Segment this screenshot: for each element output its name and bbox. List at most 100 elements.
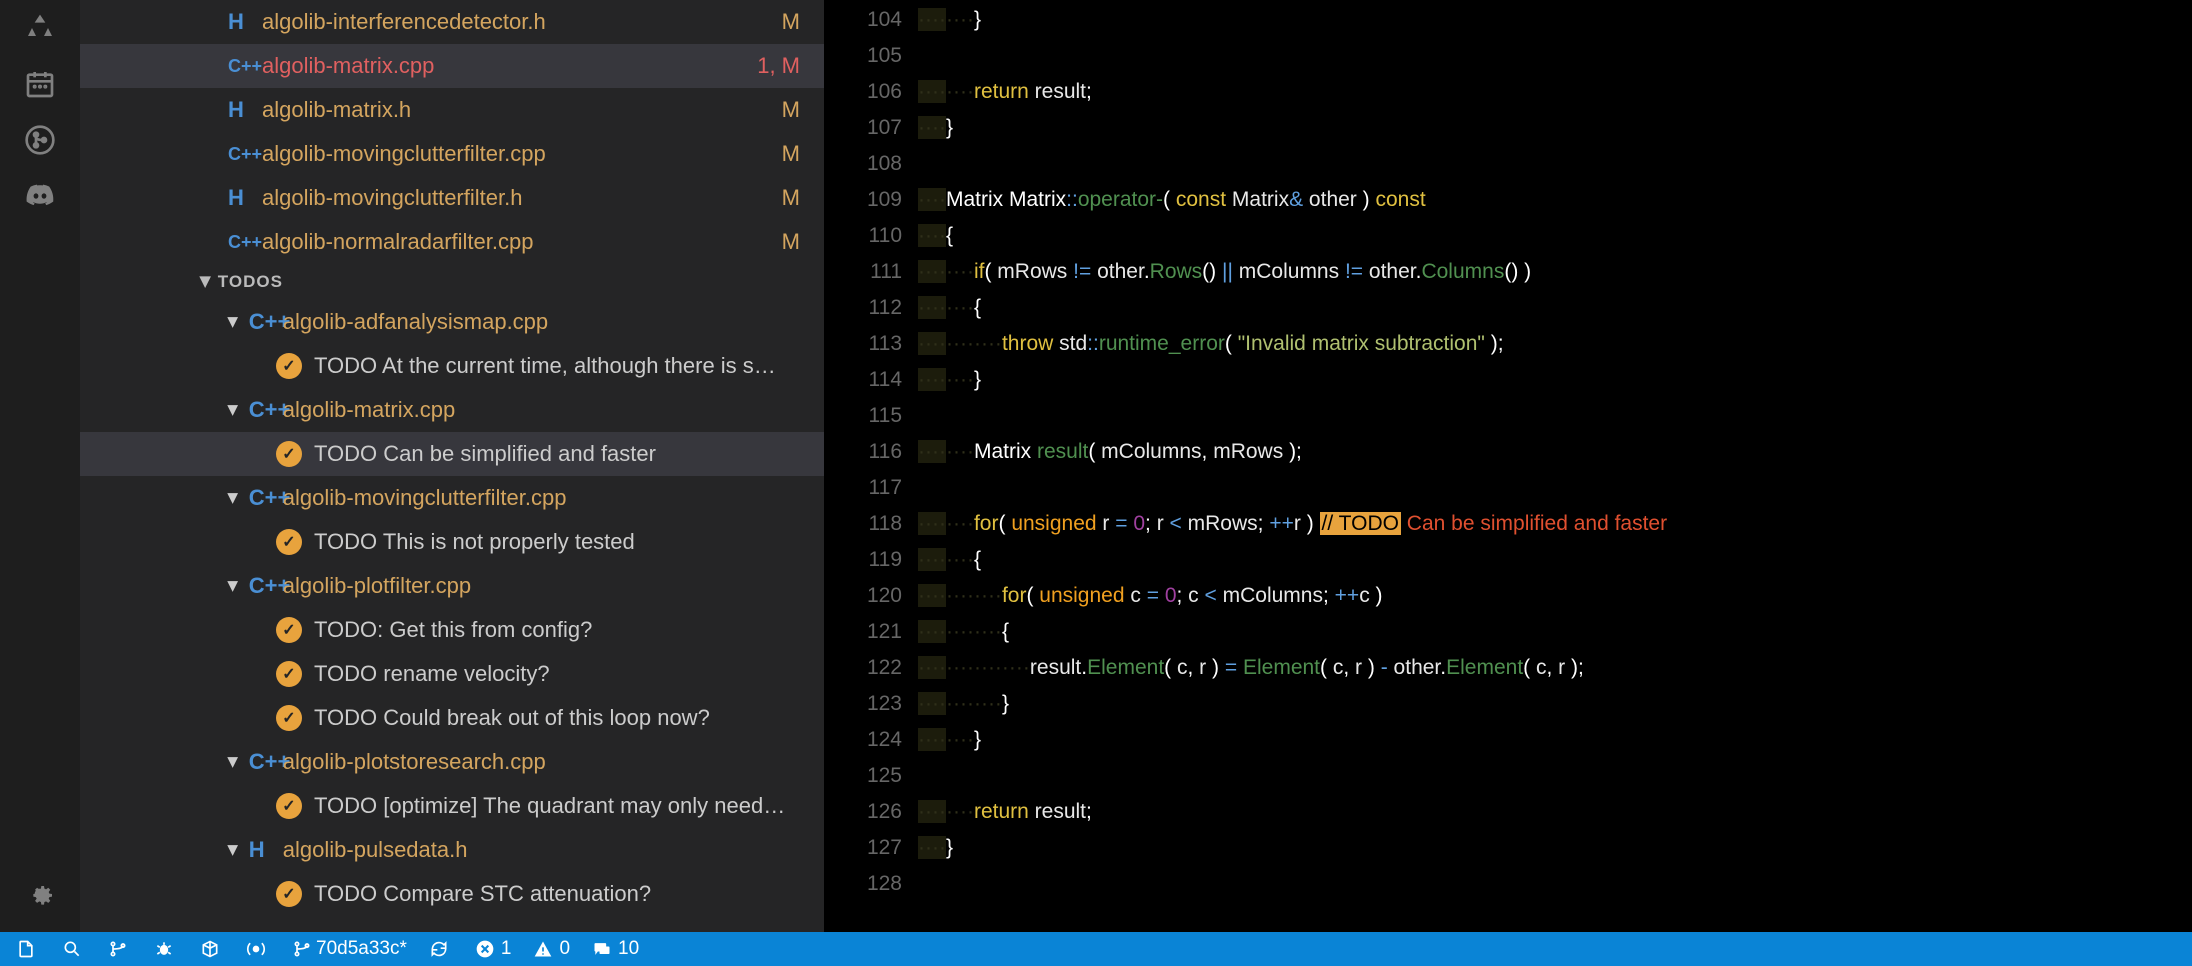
- file-status: M: [782, 9, 800, 35]
- status-warnings[interactable]: 0: [533, 938, 570, 960]
- todo-file-group[interactable]: ▶C++algolib-movingclutterfilter.cpp: [80, 476, 824, 520]
- code-line[interactable]: ············for( unsigned c = 0; c < mCo…: [918, 578, 2192, 614]
- code-line[interactable]: [918, 398, 2192, 434]
- status-debug-icon[interactable]: [154, 939, 178, 959]
- code-editor[interactable]: 1041051061071081091101111121131141151161…: [824, 0, 2192, 966]
- todo-file-group[interactable]: ▶C++algolib-matrix.cpp: [80, 388, 824, 432]
- status-errors[interactable]: 1: [475, 938, 512, 960]
- code-line[interactable]: ····{: [918, 218, 2192, 254]
- todo-file-group[interactable]: ▶C++algolib-plotstoresearch.cpp: [80, 740, 824, 784]
- todo-text: TODO Compare STC attenuation?: [314, 881, 651, 907]
- code-line[interactable]: [918, 866, 2192, 902]
- calendar-icon[interactable]: [20, 56, 60, 112]
- code-line[interactable]: ········if( mRows != other.Rows() || mCo…: [918, 254, 2192, 290]
- file-row[interactable]: Halgolib-movingclutterfilter.h M: [80, 176, 824, 220]
- todo-text: TODO This is not properly tested: [314, 529, 635, 555]
- status-branch-icon[interactable]: [108, 939, 132, 959]
- check-icon: ✓: [276, 617, 302, 643]
- file-name: algolib-movingclutterfilter.cpp: [262, 141, 774, 167]
- chevron-down-icon: ▶: [225, 845, 242, 856]
- code-line[interactable]: [918, 470, 2192, 506]
- todo-item[interactable]: ✓ TODO This is not properly tested: [80, 520, 824, 564]
- check-icon: ✓: [276, 441, 302, 467]
- todo-file-group[interactable]: ▶C++algolib-plotfilter.cpp: [80, 564, 824, 608]
- open-editors-list: Halgolib-interferencedetector.hMC++algol…: [80, 0, 824, 264]
- code-line[interactable]: ········}: [918, 2, 2192, 38]
- source-tree-icon[interactable]: [20, 0, 60, 56]
- code-line[interactable]: ········{: [918, 542, 2192, 578]
- status-search-icon[interactable]: [62, 939, 86, 959]
- code-line[interactable]: ········return result;: [918, 74, 2192, 110]
- status-radio-icon[interactable]: [246, 939, 270, 959]
- status-comments[interactable]: 10: [592, 938, 639, 960]
- code-line[interactable]: ········}: [918, 722, 2192, 758]
- code-line[interactable]: ········return result;: [918, 794, 2192, 830]
- header-file-icon: H: [228, 97, 262, 123]
- todo-text: TODO: Get this from config?: [314, 617, 592, 643]
- file-row[interactable]: C++algolib-normalradarfilter.cppM: [80, 220, 824, 264]
- todo-item[interactable]: ✓TODO rename velocity?: [80, 652, 824, 696]
- file-row[interactable]: C++algolib-movingclutterfilter.cppM: [80, 132, 824, 176]
- file-icon: C++: [249, 309, 283, 335]
- git-icon[interactable]: [20, 112, 60, 168]
- discord-icon[interactable]: [20, 168, 60, 224]
- code-line[interactable]: ············throw std::runtime_error( "I…: [918, 326, 2192, 362]
- code-line[interactable]: ················result.Element( c, r ) =…: [918, 650, 2192, 686]
- check-icon: ✓: [276, 793, 302, 819]
- file-status: M: [782, 229, 800, 255]
- check-icon: ✓: [276, 881, 302, 907]
- status-git-branch[interactable]: 70d5a33c*: [292, 938, 407, 960]
- file-name: algolib-matrix.h: [262, 97, 774, 123]
- file-row[interactable]: Halgolib-interferencedetector.hM: [80, 0, 824, 44]
- todo-item[interactable]: ✓TODO Can be simplified and faster: [80, 432, 824, 476]
- todo-file-group[interactable]: ▶ C++algolib-adfanalysismap.cpp: [80, 300, 824, 344]
- code-line[interactable]: [918, 146, 2192, 182]
- check-icon: ✓: [276, 353, 302, 379]
- chevron-down-icon: ▶: [225, 757, 242, 768]
- code-line[interactable]: [918, 758, 2192, 794]
- status-file-icon[interactable]: [16, 939, 40, 959]
- code-line[interactable]: ····Matrix Matrix::operator-( const Matr…: [918, 182, 2192, 218]
- code-line[interactable]: ············{: [918, 614, 2192, 650]
- status-bar: 70d5a33c* 1 0 10: [0, 932, 2192, 966]
- todo-item[interactable]: ✓ TODO Compare STC attenuation?: [80, 872, 824, 916]
- code-line[interactable]: [918, 38, 2192, 74]
- file-row[interactable]: C++algolib-matrix.cpp1, M: [80, 44, 824, 88]
- activity-bar: [0, 0, 80, 966]
- file-status: M: [782, 185, 800, 211]
- chevron-down-icon: ▶: [225, 493, 242, 504]
- code-line[interactable]: ········Matrix result( mColumns, mRows )…: [918, 434, 2192, 470]
- cpp-file-icon: C++: [228, 56, 262, 77]
- file-icon: H: [249, 837, 283, 863]
- todo-text: TODO Could break out of this loop now?: [314, 705, 710, 731]
- code-area[interactable]: ········}········return result;····}····…: [914, 0, 2192, 966]
- code-line[interactable]: ····}: [918, 830, 2192, 866]
- code-line[interactable]: ············}: [918, 686, 2192, 722]
- todo-text: TODO [optimize] The quadrant may only ne…: [314, 793, 785, 819]
- chevron-down-icon: ▶: [197, 276, 214, 288]
- todo-file-name: algolib-movingclutterfilter.cpp: [283, 485, 567, 511]
- todos-label: TODOS: [218, 272, 283, 292]
- todo-item[interactable]: ✓ TODO: Get this from config?: [80, 608, 824, 652]
- check-icon: ✓: [276, 529, 302, 555]
- code-line[interactable]: ····}: [918, 110, 2192, 146]
- todo-item[interactable]: ✓ TODO [optimize] The quadrant may only n…: [80, 784, 824, 828]
- file-status: M: [782, 141, 800, 167]
- status-sync-icon[interactable]: [429, 939, 453, 959]
- chevron-down-icon: ▶: [225, 317, 242, 328]
- file-row[interactable]: Halgolib-matrix.hM: [80, 88, 824, 132]
- todos-section-header[interactable]: ▶ TODOS: [80, 264, 824, 300]
- header-file-icon: H: [228, 185, 262, 211]
- todo-file-group[interactable]: ▶Halgolib-pulsedata.h: [80, 828, 824, 872]
- code-line[interactable]: ········}: [918, 362, 2192, 398]
- todo-file-name: algolib-adfanalysismap.cpp: [283, 309, 548, 335]
- gear-icon[interactable]: [20, 866, 60, 922]
- chevron-down-icon: ▶: [225, 405, 242, 416]
- check-icon: ✓: [276, 705, 302, 731]
- status-package-icon[interactable]: [200, 939, 224, 959]
- code-line[interactable]: ········{: [918, 290, 2192, 326]
- todo-item[interactable]: ✓ TODO Could break out of this loop now?: [80, 696, 824, 740]
- code-line[interactable]: ········for( unsigned r = 0; r < mRows; …: [918, 506, 2192, 542]
- todo-item[interactable]: ✓TODO At the current time, although ther…: [80, 344, 824, 388]
- file-name: algolib-movingclutterfilter.h: [262, 185, 774, 211]
